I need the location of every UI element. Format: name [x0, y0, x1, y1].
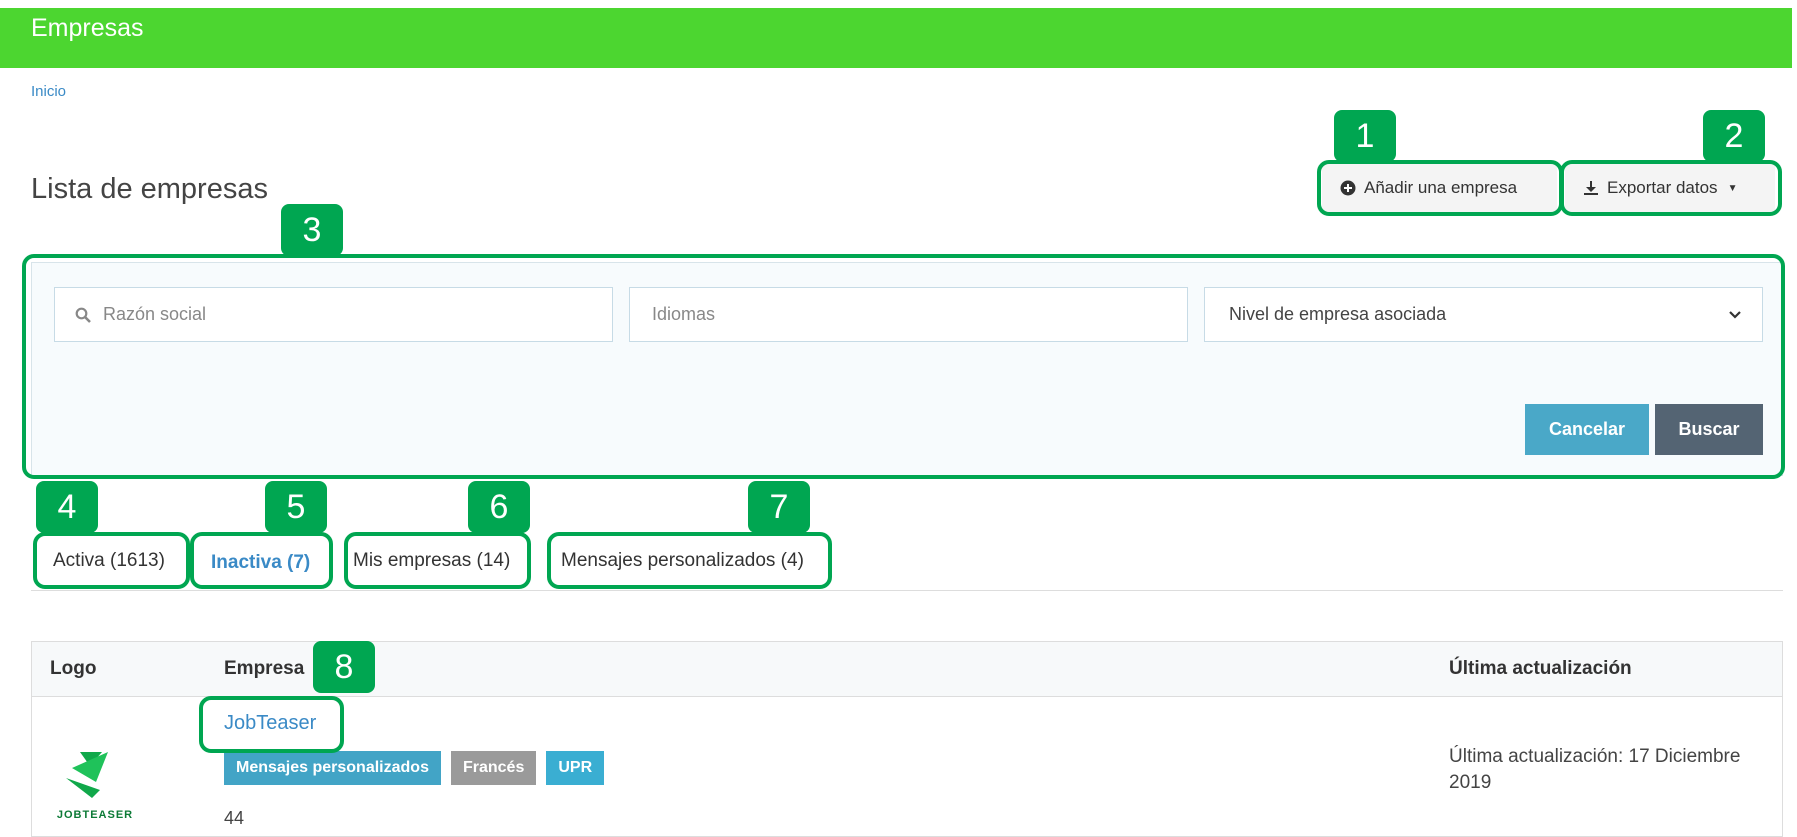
breadcrumb-home[interactable]: Inicio	[31, 83, 66, 100]
column-header-company: Empresa	[224, 658, 305, 679]
company-count: 44	[224, 808, 245, 828]
badge-upr: UPR	[546, 751, 605, 785]
highlight-export-button	[1560, 160, 1782, 216]
header-title: Empresas	[31, 14, 144, 42]
annotation-marker-7: 7	[748, 481, 810, 533]
annotation-marker-4: 4	[36, 481, 98, 533]
annotation-marker-5: 5	[265, 481, 327, 533]
highlight-tab-inactive	[190, 532, 333, 589]
annotation-marker-6: 6	[468, 481, 530, 533]
annotation-marker-2: 2	[1703, 110, 1765, 162]
annotation-marker-8: 8	[313, 641, 375, 693]
highlight-tab-active	[33, 532, 190, 589]
highlight-company-link	[199, 696, 344, 753]
column-header-updated: Última actualización	[1449, 658, 1632, 679]
logo-wordmark: JOBTEASER	[57, 809, 133, 821]
table-header: Logo Empresa Última actualización	[32, 642, 1782, 697]
highlight-tab-messages	[547, 532, 832, 589]
annotation-marker-3: 3	[281, 204, 343, 256]
page-title: Lista de empresas	[31, 173, 268, 205]
company-logo: JOBTEASER	[50, 738, 140, 824]
highlight-tab-mine	[344, 532, 531, 589]
badge-language: Francés	[450, 751, 537, 785]
column-header-logo: Logo	[50, 658, 97, 679]
highlight-add-button	[1317, 160, 1563, 216]
jobteaser-logo-icon: JOBTEASER	[57, 752, 133, 821]
company-badges: Mensajes personalizados Francés UPR	[224, 751, 605, 785]
badge-custom-messages: Mensajes personalizados	[224, 751, 441, 785]
header-bar: Empresas	[0, 8, 1792, 68]
highlight-filter-panel	[22, 254, 1785, 479]
last-updated: Última actualización: 17 Diciembre 2019	[1449, 746, 1741, 793]
annotation-marker-1: 1	[1334, 110, 1396, 162]
